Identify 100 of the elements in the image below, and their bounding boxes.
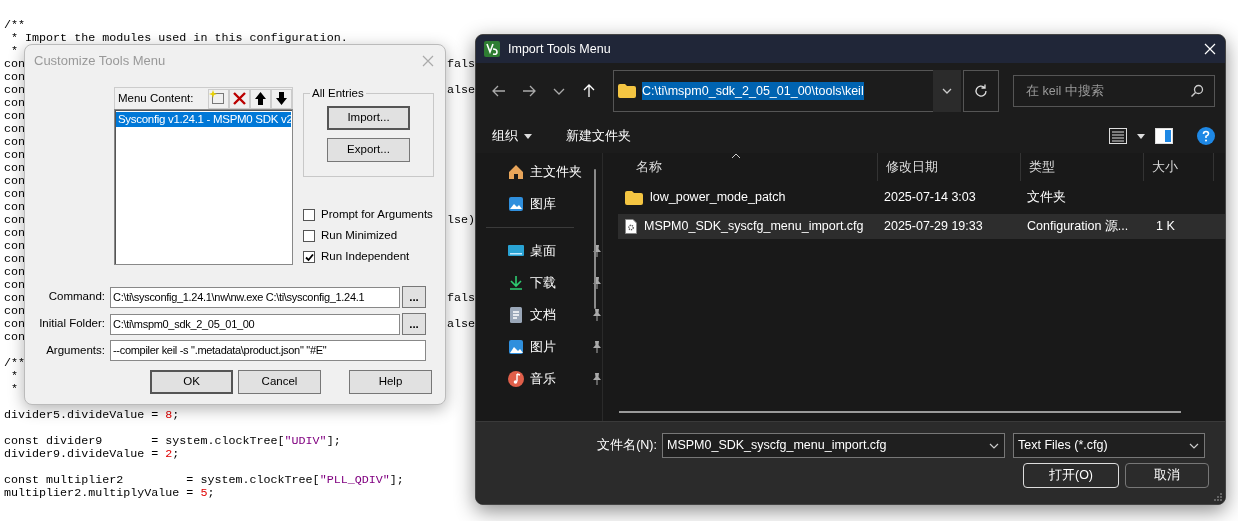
code-fragment: alse [446,84,475,97]
file-date: 2025-07-29 19:33 [883,218,984,236]
preview-pane-icon[interactable] [1155,128,1173,144]
picture-icon [508,339,524,355]
sidebar-item[interactable]: 下载 [508,272,602,294]
dialog-button[interactable]: Export... [327,138,410,162]
code-line: con [4,331,26,344]
code-fragment: lse) [446,214,475,227]
file-type: Configuration 源... [1026,218,1130,236]
code-line: /** [4,19,26,32]
folder-icon [618,84,636,98]
code-line: con [4,136,26,149]
code-line: con [4,318,26,331]
scrollbar[interactable] [619,411,1181,413]
checkbox[interactable] [303,209,315,221]
filetype-dropdown[interactable]: Text Files (*.cfg) [1013,433,1205,458]
sidebar-item[interactable]: 文档 [508,304,602,326]
up-arrow-button[interactable] [250,88,271,109]
field-label: Initial Folder: [38,316,106,332]
input-field[interactable]: C:\ti\sysconfig_1.24.1\nw\nw.exe C:\ti\sysconfig_1.24.1 [110,286,400,308]
up-arrow-icon[interactable] [581,83,597,99]
code-line: con [4,149,26,162]
column-header[interactable]: 修改日期 [878,153,1021,181]
sidebar-item[interactable]: 图片 [508,336,602,358]
dialog-button[interactable]: Import... [327,106,410,130]
sort-caret-icon [731,153,741,159]
checkbox[interactable] [303,251,315,263]
checkbox-label: Prompt for Arguments [321,207,433,223]
dialog-button[interactable]: OK [150,370,233,394]
view-list-icon[interactable] [1109,128,1127,144]
code-line: con [4,240,26,253]
column-header[interactable]: 类型 [1021,153,1144,181]
code-line: con [4,214,26,227]
back-arrow-icon[interactable] [491,83,507,99]
delete-button[interactable] [229,88,250,109]
sidebar-item[interactable]: 主文件夹 [508,161,602,183]
checkbox[interactable] [303,230,315,242]
new-entry-button[interactable] [208,88,229,109]
code-line: con [4,227,26,240]
code-line: con [4,266,26,279]
address-bar[interactable]: C:\ti\mspm0_sdk_2_05_01_00\tools\keil [613,70,933,112]
resize-grip-icon[interactable] [1214,493,1222,501]
dialog-button[interactable]: Help [349,370,432,394]
code-line: const divider9 = system.clockTree["UDIV"]; [4,435,341,448]
dialog-button[interactable]: Cancel [238,370,321,394]
group-label: All Entries [310,86,366,100]
column-header[interactable]: 大小 [1144,153,1214,181]
help-icon[interactable] [1197,127,1215,145]
refresh-icon[interactable] [973,83,989,99]
code-line: multiplier2.multiplyValue = 5; [4,487,215,500]
folder-icon [625,190,643,205]
search-box[interactable]: 在 keil 中搜索 [1013,75,1215,107]
code-line: divider5.divideValue = 8; [4,409,180,422]
down-arrow-button[interactable] [271,88,292,109]
dialog-button[interactable]: 打开(O) [1023,463,1119,488]
code-line: con [4,305,26,318]
file-row[interactable]: low_power_mode_patch 2025-07-14 3:03 文件夹 [618,185,1225,210]
list-item[interactable]: Sysconfig v1.24.1 - MSPM0 SDK v2 [116,112,291,127]
list-label: Menu Content: [118,90,195,106]
code-fragment: fals [446,58,475,71]
code-line: con [4,201,26,214]
field-label: 文件名(N): [596,437,658,455]
column-header[interactable]: 名称 [603,153,878,181]
settings-file-icon [625,219,637,234]
dialog-button[interactable]: 取消 [1125,463,1209,488]
code-line: con [4,97,26,110]
window-title: Customize Tools Menu [34,52,167,71]
code-line: con [4,188,26,201]
input-field[interactable]: --compiler keil -s ".metadata\product.json" "#E" [110,340,426,361]
file-type: 文件夹 [1026,189,1067,207]
scrollbar[interactable] [594,169,596,309]
music-note-icon [508,371,524,387]
code-line: divider9.divideValue = 2; [4,448,180,461]
browse-button[interactable]: ... [402,286,426,308]
field-label: Arguments: [45,342,106,358]
checkbox-label: Run Independent [321,249,410,265]
caret-icon[interactable] [1137,133,1145,139]
search-field[interactable]: 在 keil 中搜索 [1024,80,1190,102]
file-name: MSPM0_SDK_syscfg_menu_import.cfg [644,218,864,236]
desktop-icon [508,243,524,259]
window-title: Import Tools Menu [508,40,612,58]
caret-icon [524,133,532,139]
document-icon [508,307,524,323]
sidebar-item[interactable]: 音乐 [508,368,602,390]
toolbar-button[interactable]: 组织 [486,126,538,146]
code-line: con [4,71,26,84]
input-field[interactable]: C:\ti\mspm0_sdk_2_05_01_00 [110,313,400,335]
toolbar-button[interactable]: 新建文件夹 [560,126,637,146]
sidebar-item[interactable]: 桌面 [508,240,602,262]
filename-combo[interactable]: MSPM0_SDK_syscfg_menu_import.cfg [662,433,1005,458]
checkbox-label: Run Minimized [321,228,398,244]
file-date: 2025-07-14 3:03 [883,189,977,207]
file-row[interactable]: MSPM0_SDK_syscfg_menu_import.cfg 2025-07-29 19:33 Configuration 源... 1 K [618,214,1225,239]
search-icon [1190,84,1204,98]
code-line: const multiplier2 = system.clockTree["PLL_QDIV"]; [4,474,404,487]
download-icon [508,275,524,291]
forward-arrow-icon[interactable] [521,83,537,99]
gallery-icon [508,196,524,212]
field-label: Command: [47,289,106,305]
browse-button[interactable]: ... [402,313,426,335]
